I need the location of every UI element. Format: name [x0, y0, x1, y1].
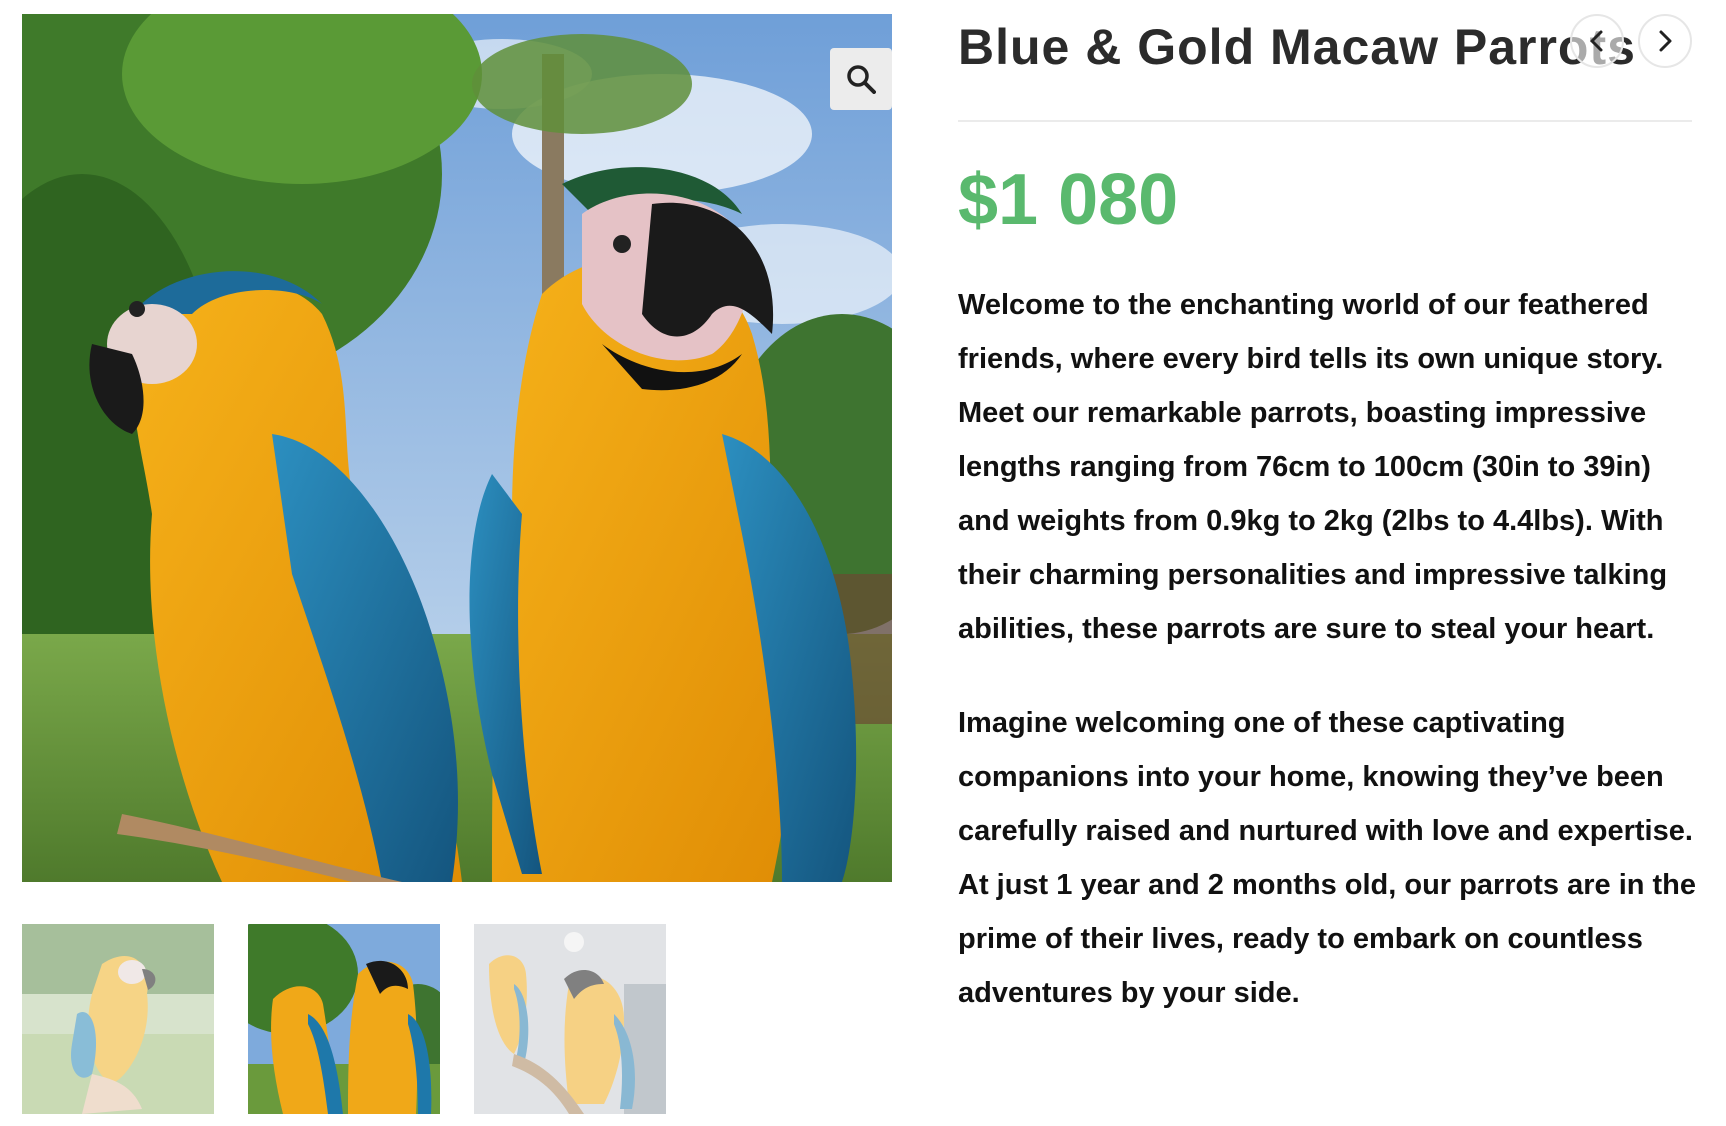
search-icon [847, 65, 876, 94]
product-price: $1 080 [958, 160, 1179, 240]
product-title: Blue & Gold Macaw Parrots [958, 19, 1636, 75]
next-product-button[interactable] [1638, 14, 1692, 68]
product-page: Blue & Gold Macaw Parrots $1 080 Welcome… [0, 0, 1726, 1126]
two-macaws-photo [22, 14, 892, 882]
thumbnail-macaw-on-hand[interactable] [22, 924, 214, 1114]
description-paragraph: Imagine welcoming one of these captivati… [958, 707, 1697, 1009]
title-divider [958, 120, 1692, 122]
previous-product-button[interactable] [1570, 14, 1624, 68]
zoom-button[interactable] [830, 48, 892, 110]
chevron-right-icon [1659, 30, 1672, 52]
product-main-image[interactable] [22, 14, 892, 882]
thumbnail-two-macaws[interactable] [248, 924, 440, 1114]
chevron-left-icon [1590, 30, 1603, 52]
description-paragraph: Welcome to the enchanting world of our f… [958, 289, 1668, 645]
product-description: Welcome to the enchanting world of our f… [958, 278, 1698, 1060]
thumbnail-macaws-indoors[interactable] [474, 924, 666, 1114]
